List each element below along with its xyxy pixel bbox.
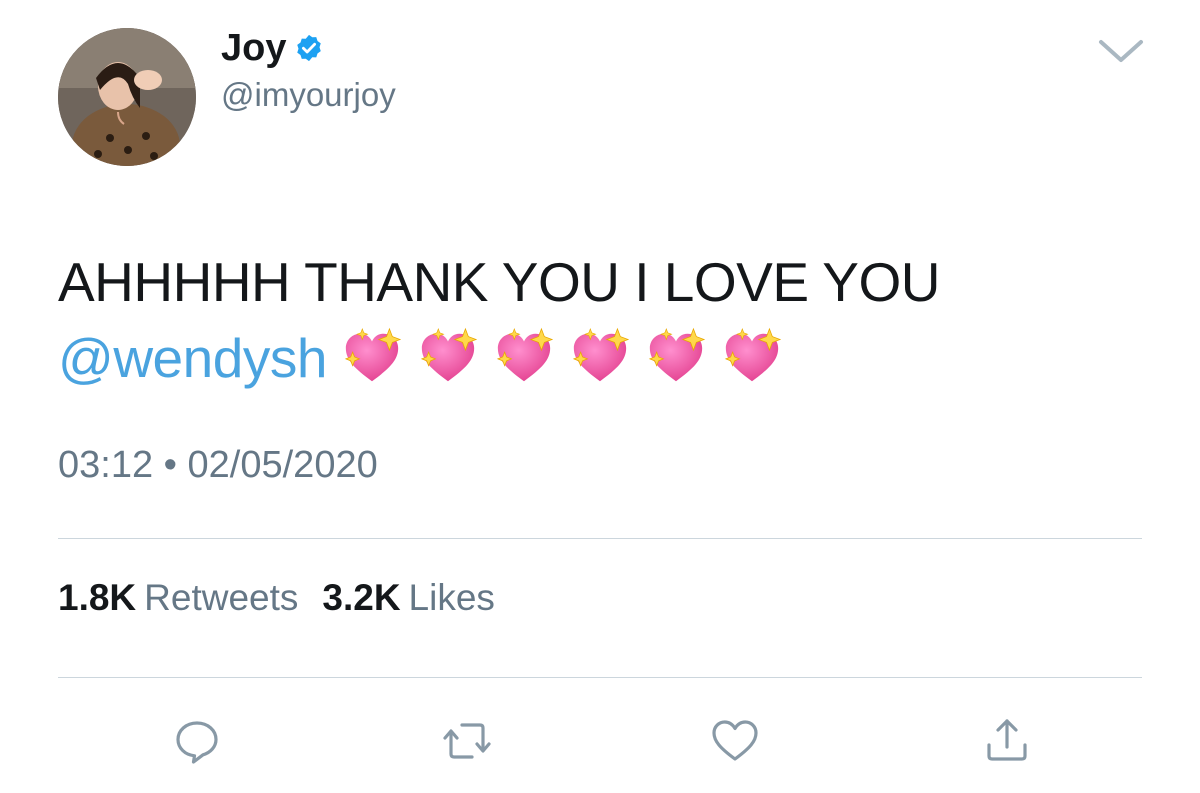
- sparkling-heart-icon: [341, 325, 403, 387]
- share-icon[interactable]: [982, 716, 1032, 766]
- sparkling-heart-icon: [721, 325, 783, 387]
- retweets-label: Retweets: [144, 577, 299, 618]
- avatar-photo: [58, 28, 196, 166]
- sparkling-heart-icon: [569, 325, 631, 387]
- divider: [58, 677, 1142, 678]
- avatar[interactable]: [58, 28, 196, 166]
- tweet-text: AHHHHH THANK YOU I LOVE YOU @wendysh: [58, 244, 1148, 396]
- verified-badge-icon: [294, 33, 324, 63]
- likes-count: 3.2K: [322, 577, 401, 618]
- sparkling-heart-icon: [417, 325, 479, 387]
- like-icon[interactable]: [710, 716, 760, 766]
- timestamp-separator: •: [163, 444, 177, 486]
- likes-label: Likes: [408, 577, 495, 618]
- reply-icon[interactable]: [172, 716, 222, 766]
- chevron-down-icon[interactable]: [1097, 36, 1145, 66]
- retweet-icon[interactable]: [442, 716, 492, 766]
- tweet-text-line-2: @wendysh: [58, 320, 1148, 396]
- timestamp[interactable]: 03:12 • 02/05/2020: [58, 444, 378, 487]
- retweets-count: 1.8K: [58, 577, 137, 618]
- display-name[interactable]: Joy: [221, 27, 286, 70]
- likes-stat[interactable]: 3.2K Likes: [322, 577, 495, 619]
- sparkling-heart-icon: [645, 325, 707, 387]
- tweet-date: 02/05/2020: [187, 444, 378, 486]
- sparkling-heart-icon: [493, 325, 555, 387]
- retweets-stat[interactable]: 1.8K Retweets: [58, 577, 298, 619]
- tweet-text-line: AHHHHH THANK YOU I LOVE YOU: [58, 251, 941, 313]
- emoji-group: [341, 325, 797, 387]
- engagement-stats: 1.8K Retweets 3.2K Likes: [58, 577, 519, 619]
- author-name-row: Joy: [221, 24, 324, 72]
- author-handle[interactable]: @imyourjoy: [221, 76, 396, 114]
- mention-link[interactable]: @wendysh: [58, 327, 327, 389]
- tweet-time: 03:12: [58, 444, 154, 486]
- divider: [58, 538, 1142, 539]
